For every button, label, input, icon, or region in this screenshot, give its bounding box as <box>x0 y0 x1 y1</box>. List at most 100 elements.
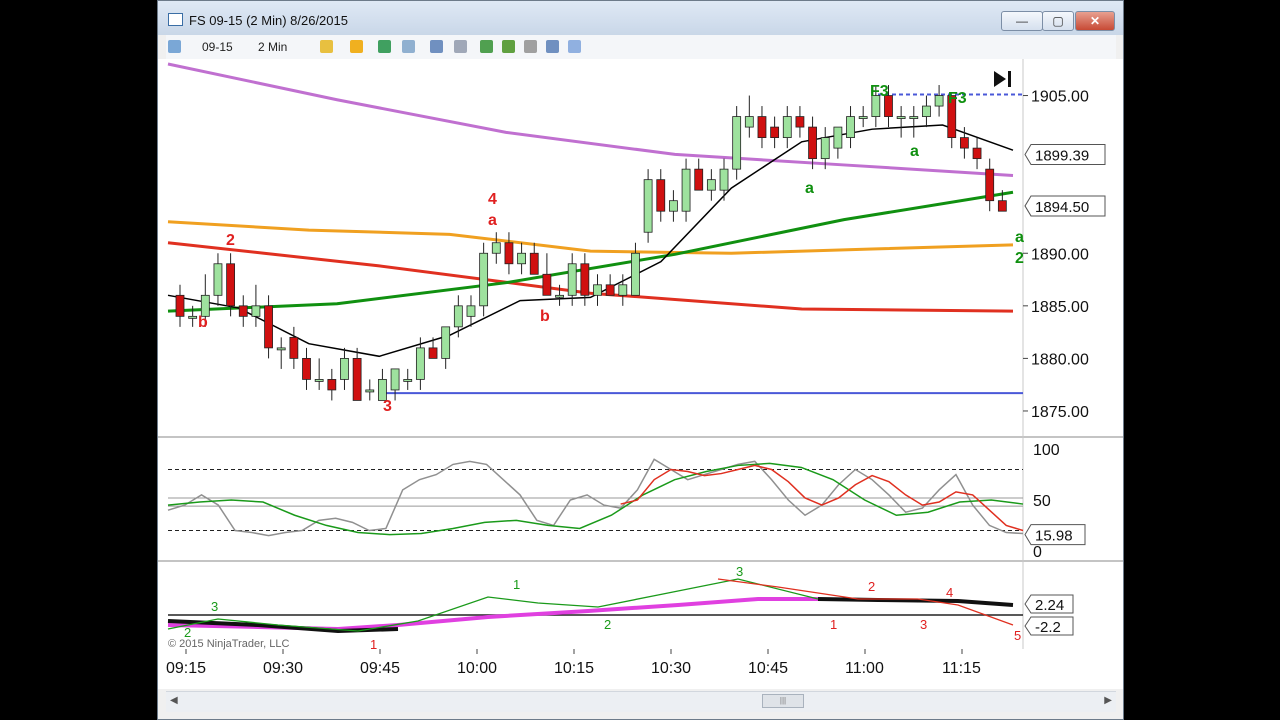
candle-body <box>795 116 805 128</box>
candle-body <box>289 336 299 359</box>
histogram-green-label: 1 <box>513 577 520 592</box>
candle-body <box>922 105 931 117</box>
candle-body <box>415 347 425 380</box>
maximize-button[interactable]: ▢ <box>1042 11 1074 31</box>
strategy-icon[interactable] <box>502 40 515 53</box>
copy-icon[interactable] <box>568 40 581 53</box>
candle-body <box>479 252 489 307</box>
data-box-icon[interactable] <box>480 40 493 53</box>
pencil-icon[interactable] <box>350 40 363 53</box>
signal-label: 3 <box>383 398 392 415</box>
oscillator-slow-line <box>167 462 1024 536</box>
candle-body <box>757 116 767 139</box>
scroll-thumb[interactable]: ||| <box>762 694 804 708</box>
histogram-green-label: 3 <box>736 564 743 579</box>
histogram-badge-label: 2.24 <box>1035 597 1064 614</box>
line-tool-icon[interactable] <box>402 40 415 53</box>
chart-svg[interactable]: 1905.00 1890.00 1885.00 1880.00 1875.00 1899.… <box>158 59 1123 689</box>
signal-label: 2 <box>1015 250 1024 267</box>
price-badge-label: 1894.50 <box>1035 199 1089 216</box>
candle-body <box>909 116 919 119</box>
candle-body <box>580 263 590 296</box>
signal-label: b <box>198 314 208 331</box>
candle-body <box>251 305 261 317</box>
candle-body <box>985 168 995 202</box>
candle-body <box>226 263 236 307</box>
signal-label: a <box>910 143 919 160</box>
price-tick-label: 1880.00 <box>1031 351 1089 368</box>
zoom-icon[interactable] <box>430 40 443 53</box>
moving-average-line <box>167 124 1014 358</box>
time-tick-label: 09:15 <box>166 660 206 677</box>
scroll-right-arrow-icon[interactable]: ▶ <box>1104 695 1112 706</box>
signal-label: F3 <box>870 83 889 100</box>
price-tick-label: 1890.00 <box>1031 246 1089 263</box>
candle-body <box>238 305 248 317</box>
price-tick-label: 1875.00 <box>1031 404 1089 421</box>
candle-body <box>744 116 754 128</box>
candle-body <box>352 357 362 401</box>
candle-body <box>542 273 552 296</box>
candle-body <box>567 263 577 296</box>
interval-selector[interactable]: 2 Min <box>258 40 287 54</box>
candle-body <box>706 179 716 191</box>
price-tick-label: 1905.00 <box>1031 89 1089 106</box>
title-bar[interactable]: FS 09-15 (2 Min) 8/26/2015 — ▢ ✕ <box>158 1 1123 35</box>
candle-body <box>858 116 868 119</box>
candle-body <box>175 294 185 317</box>
histogram-badge-label: -2.2 <box>1035 619 1061 636</box>
candle-body <box>504 242 514 265</box>
minimize-button[interactable]: — <box>1001 11 1043 31</box>
candle-body <box>428 347 438 359</box>
time-tick-label: 10:45 <box>748 660 788 677</box>
time-tick-label: 11:15 <box>942 660 981 677</box>
close-button[interactable]: ✕ <box>1075 11 1115 31</box>
candle-body <box>276 347 286 351</box>
candle-body <box>732 116 742 170</box>
pen-tool-icon[interactable] <box>378 40 391 53</box>
candle-body <box>605 284 615 296</box>
time-tick-label: 09:45 <box>360 660 400 677</box>
candle-body <box>365 389 375 393</box>
save-icon[interactable] <box>546 40 559 53</box>
time-tick-label: 10:00 <box>457 660 497 677</box>
moving-average-line <box>167 241 1014 313</box>
crosshair-icon[interactable] <box>320 40 333 53</box>
candle-body <box>808 126 817 160</box>
indicators-icon[interactable] <box>524 40 537 53</box>
histogram-red-label: 2 <box>868 579 875 594</box>
moving-average-line <box>167 62 1014 177</box>
chart-toolbar: 09-15 2 Min <box>166 35 1116 59</box>
signal-label: 4 <box>488 191 497 208</box>
candle-body <box>327 379 337 391</box>
candle-body <box>896 116 906 119</box>
signal-label: a <box>1015 229 1024 246</box>
time-tick-label: 10:30 <box>651 660 691 677</box>
signal-label: a <box>805 180 814 197</box>
candle-body <box>529 252 539 275</box>
candle-body <box>846 116 855 139</box>
histogram-trend-black <box>817 597 1014 607</box>
properties-icon[interactable] <box>454 40 467 53</box>
scroll-left-arrow-icon[interactable]: ◀ <box>170 695 178 706</box>
signal-label: b <box>540 308 550 325</box>
candle-body <box>656 179 666 212</box>
bar-style-icon[interactable] <box>168 40 181 53</box>
candle-body <box>453 305 463 328</box>
horizontal-scrollbar[interactable]: ◀ ||| ▶ <box>166 691 1116 712</box>
candle-body <box>782 116 792 139</box>
instrument-selector[interactable]: 09-15 <box>202 40 233 54</box>
histogram-green-label: 2 <box>604 617 611 632</box>
candle-body <box>694 168 704 191</box>
candle-body <box>719 168 729 191</box>
candle-body <box>669 200 678 212</box>
chart-window: FS 09-15 (2 Min) 8/26/2015 — ▢ ✕ 09-15 2… <box>157 0 1124 720</box>
price-badge-label: 1899.39 <box>1035 148 1089 165</box>
chart-app-icon <box>168 13 183 26</box>
candle-body <box>188 315 198 319</box>
oscillator-fast-line <box>167 458 1024 537</box>
chart-area[interactable]: 1905.00 1890.00 1885.00 1880.00 1875.00 1899.… <box>158 59 1123 689</box>
price-tick-label: 1885.00 <box>1031 299 1089 316</box>
candle-body <box>618 284 628 296</box>
time-tick-label: 10:15 <box>554 660 594 677</box>
